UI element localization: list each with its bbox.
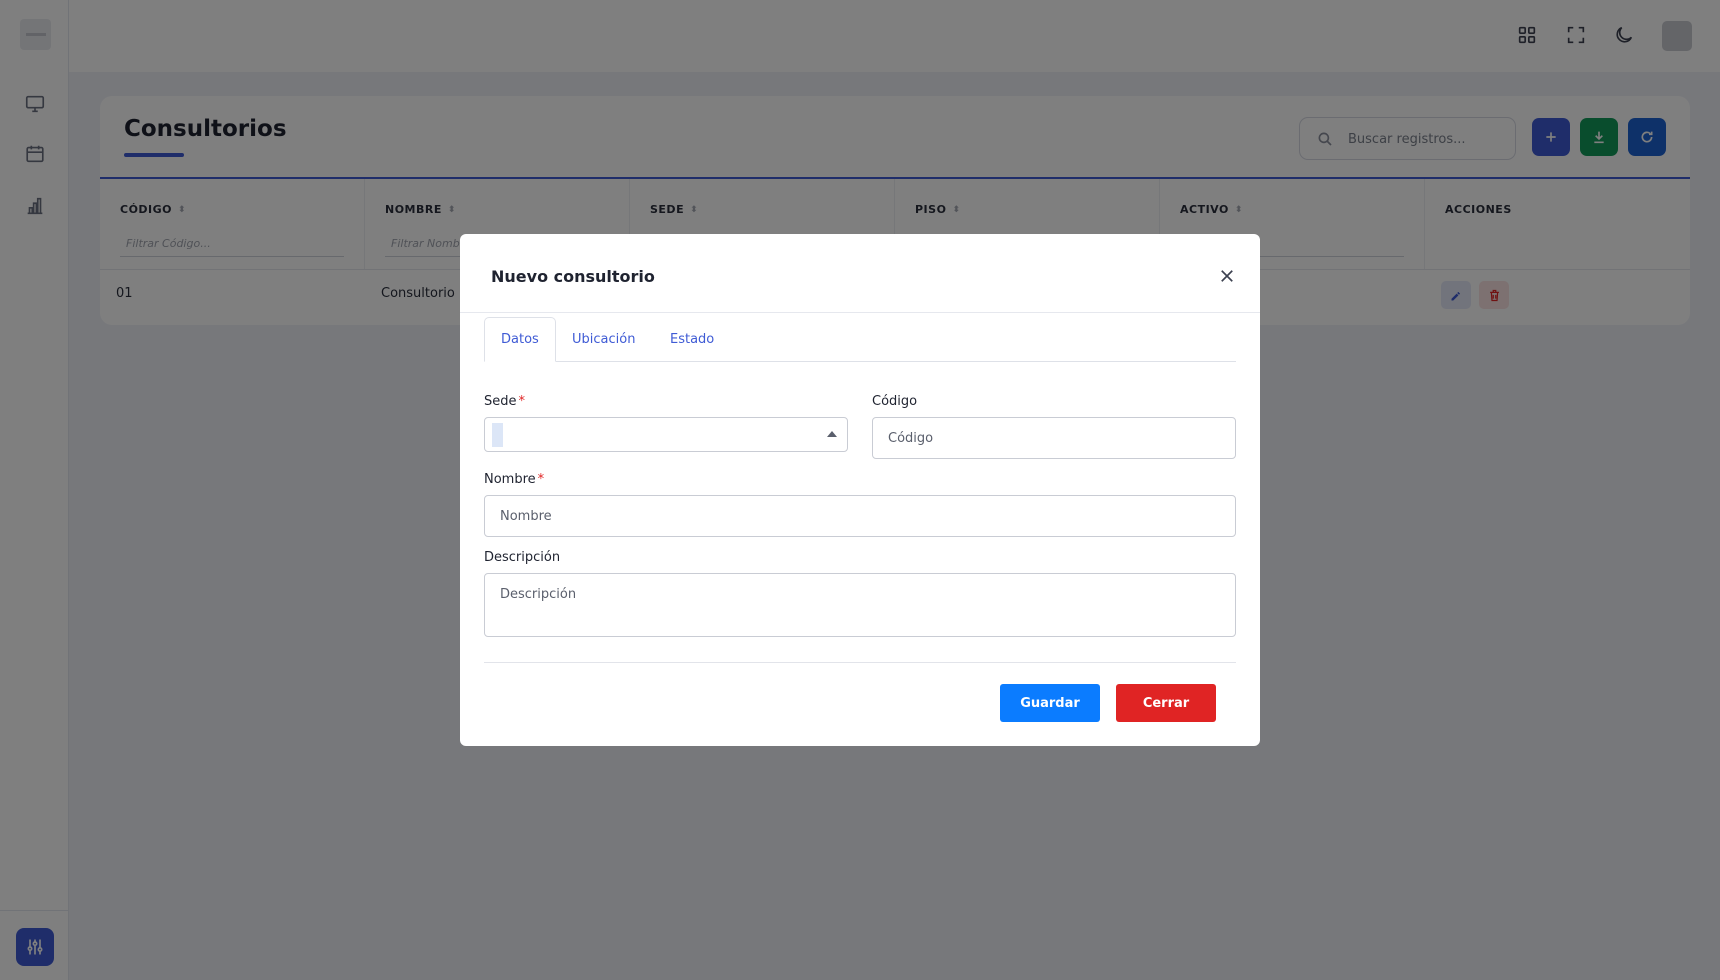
sede-label: Sede * [484,394,525,409]
codigo-label: Código [872,394,918,409]
tab-datos[interactable]: Datos [484,317,556,362]
caret-up-icon [827,431,837,437]
nombre-label: Nombre * [484,472,545,487]
modal-footer-divider [484,662,1236,663]
select-cursor [492,423,503,447]
save-button[interactable]: Guardar [1000,684,1100,722]
descripcion-textarea[interactable] [484,573,1236,637]
new-consultorio-modal: Nuevo consultorio Datos Ubicación Estado… [460,234,1260,746]
close-button[interactable]: Cerrar [1116,684,1216,722]
sede-select[interactable] [484,417,848,452]
tab-ubicacion[interactable]: Ubicación [556,317,651,362]
tab-estado[interactable]: Estado [654,317,730,362]
modal-title: Nuevo consultorio [491,267,655,286]
codigo-input[interactable] [872,417,1236,459]
close-icon[interactable] [1215,264,1239,288]
modal-header-divider [460,312,1260,313]
descripcion-label: Descripción [484,550,561,565]
nombre-input[interactable] [484,495,1236,537]
